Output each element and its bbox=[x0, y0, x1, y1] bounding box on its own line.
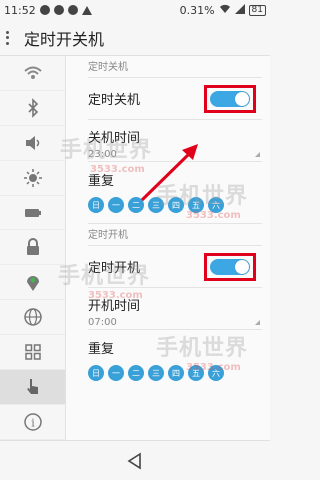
battery-percent-text: 0.31% bbox=[179, 3, 215, 17]
sidebar-item-apps[interactable] bbox=[0, 335, 65, 371]
section-header-startup: 定时开机 bbox=[88, 224, 262, 246]
startup-time-row[interactable]: 开机时间 07:00 bbox=[88, 288, 262, 330]
day-fri[interactable]: 五 bbox=[188, 197, 204, 213]
hand-gesture-icon bbox=[26, 378, 38, 394]
startup-time-value: 07:00 bbox=[88, 317, 117, 328]
wifi-status-icon bbox=[219, 4, 231, 17]
dropdown-corner-icon bbox=[255, 152, 260, 157]
sidebar-item-lock[interactable] bbox=[0, 230, 65, 266]
startup-toggle-switch[interactable] bbox=[210, 258, 250, 275]
check-icon bbox=[53, 5, 64, 15]
day-tue[interactable]: 二 bbox=[128, 365, 144, 381]
shutdown-time-row[interactable]: 关机时间 23:00 bbox=[88, 120, 262, 162]
lock-icon bbox=[26, 238, 39, 256]
sidebar-item-battery[interactable] bbox=[0, 196, 65, 231]
day-thu[interactable]: 四 bbox=[168, 365, 184, 381]
settings-sidebar: i bbox=[0, 56, 66, 440]
settings-panel: 定时关机 定时关机 关机时间 23:00 重复 日 一 二 三 四 五 六 定时… bbox=[66, 56, 270, 440]
shutdown-toggle-switch[interactable] bbox=[210, 90, 250, 107]
startup-repeat-row: 重复 日 一 二 三 四 五 六 bbox=[88, 330, 262, 392]
back-triangle-icon[interactable] bbox=[126, 452, 144, 470]
apps-grid-icon bbox=[24, 344, 41, 360]
shutdown-repeat-row: 重复 日 一 二 三 四 五 六 bbox=[88, 162, 262, 224]
day-mon[interactable]: 一 bbox=[108, 197, 124, 213]
day-mon[interactable]: 一 bbox=[108, 365, 124, 381]
svg-text:i: i bbox=[31, 416, 35, 429]
shutdown-toggle-row[interactable]: 定时关机 bbox=[88, 78, 262, 120]
day-sun[interactable]: 日 bbox=[88, 197, 104, 213]
day-sun[interactable]: 日 bbox=[88, 365, 104, 381]
page-title: 定时开关机 bbox=[24, 29, 105, 49]
sidebar-item-location[interactable] bbox=[0, 265, 65, 301]
startup-toggle-row[interactable]: 定时开机 bbox=[88, 246, 262, 288]
battery-level-icon: 81 bbox=[248, 4, 266, 16]
day-tue[interactable]: 二 bbox=[128, 197, 144, 213]
warning-icon bbox=[81, 5, 92, 15]
day-sat[interactable]: 六 bbox=[208, 365, 224, 381]
shutdown-toggle-label: 定时关机 bbox=[88, 93, 141, 108]
day-wed[interactable]: 三 bbox=[148, 365, 164, 381]
sidebar-item-brightness[interactable] bbox=[0, 161, 65, 196]
sidebar-item-wifi[interactable] bbox=[0, 56, 65, 91]
shutdown-time-label: 关机时间 bbox=[88, 131, 141, 146]
shutdown-repeat-label: 重复 bbox=[88, 174, 115, 189]
battery-icon bbox=[24, 208, 41, 217]
back-dots-icon[interactable] bbox=[6, 30, 16, 45]
startup-day-picker: 日 一 二 三 四 五 六 bbox=[88, 365, 262, 381]
camera-icon bbox=[67, 5, 78, 15]
volume-icon bbox=[25, 135, 39, 150]
globe-icon bbox=[23, 308, 42, 326]
startup-toggle-label: 定时开机 bbox=[88, 261, 141, 276]
shutdown-toggle-highlight bbox=[204, 84, 256, 113]
status-bar: 11:52 0.31% 81 bbox=[0, 0, 270, 20]
sidebar-item-gesture[interactable] bbox=[0, 370, 65, 405]
day-thu[interactable]: 四 bbox=[168, 197, 184, 213]
sidebar-item-bluetooth[interactable] bbox=[0, 91, 65, 126]
sidebar-item-language[interactable] bbox=[0, 300, 65, 336]
app-header: 定时开关机 bbox=[0, 20, 270, 56]
shutdown-day-picker: 日 一 二 三 四 五 六 bbox=[88, 197, 262, 213]
shutdown-time-value: 23:00 bbox=[88, 149, 117, 160]
brightness-icon bbox=[23, 168, 42, 187]
message-icon bbox=[39, 5, 50, 15]
status-time: 11:52 bbox=[4, 3, 36, 17]
day-sat[interactable]: 六 bbox=[208, 197, 224, 213]
startup-toggle-highlight bbox=[204, 252, 256, 281]
sidebar-item-volume[interactable] bbox=[0, 126, 65, 161]
day-fri[interactable]: 五 bbox=[188, 365, 204, 381]
dropdown-corner-icon bbox=[255, 320, 260, 325]
section-header-shutdown: 定时关机 bbox=[88, 56, 262, 78]
startup-repeat-label: 重复 bbox=[88, 342, 115, 357]
day-wed[interactable]: 三 bbox=[148, 197, 164, 213]
navigation-bar bbox=[0, 440, 270, 480]
wifi-icon bbox=[23, 66, 42, 79]
sidebar-item-about[interactable]: i bbox=[0, 405, 65, 440]
startup-time-label: 开机时间 bbox=[88, 299, 141, 314]
bluetooth-icon bbox=[27, 97, 38, 118]
info-icon: i bbox=[23, 413, 42, 431]
location-icon bbox=[26, 276, 39, 292]
signal-icon bbox=[234, 3, 245, 17]
